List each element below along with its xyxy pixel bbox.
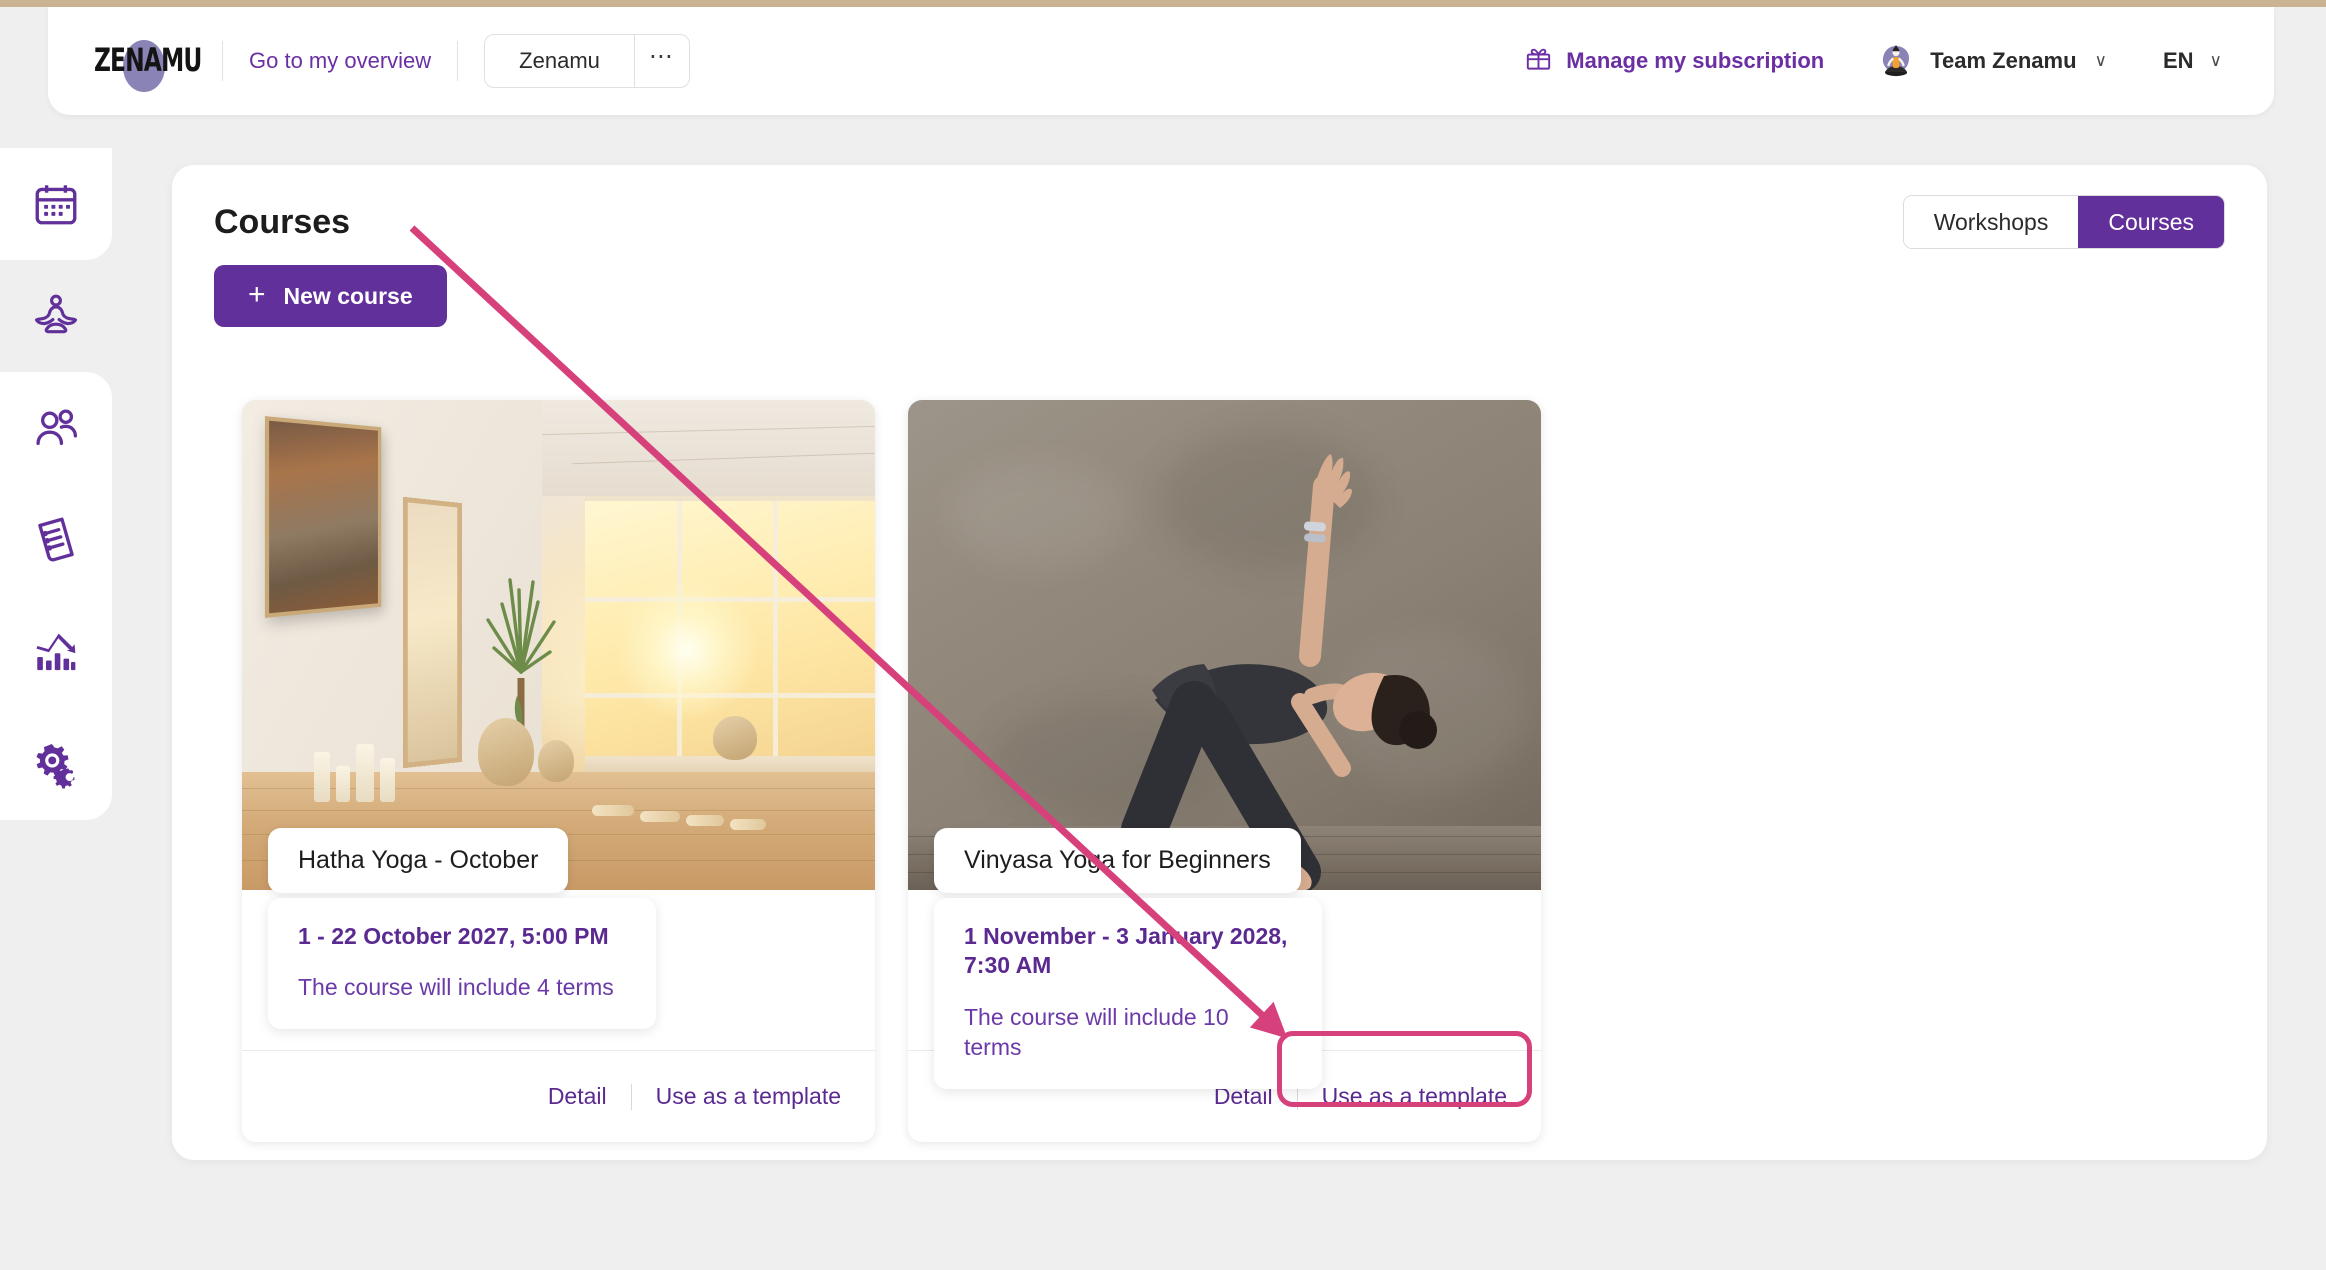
- course-terms: The course will include 4 terms: [298, 974, 614, 1001]
- course-info: 1 - 22 October 2027, 5:00 PM The course …: [268, 898, 656, 1030]
- header-right-group: Manage my subscription Team Zenamu ∨ EN …: [1525, 41, 2274, 81]
- top-accent-strip: [0, 0, 2326, 7]
- sidebar-item-statistics[interactable]: [0, 596, 112, 708]
- yoga-figure: [908, 400, 1541, 890]
- studio-more-options-icon[interactable]: ⋯: [635, 35, 689, 87]
- zenamu-logo[interactable]: ZENAMU: [88, 35, 202, 92]
- yoga-avatar-icon: [1876, 41, 1916, 81]
- course-card-footer: Detail Use as a template: [242, 1050, 875, 1142]
- course-info: 1 November - 3 January 2028, 7:30 AM The…: [934, 898, 1322, 1089]
- sidebar-nav: [0, 148, 112, 820]
- go-to-overview-link[interactable]: Go to my overview: [249, 48, 431, 74]
- app-header: ZENAMU Go to my overview Zenamu ⋯ Manage…: [48, 7, 2274, 115]
- studio-selector[interactable]: Zenamu ⋯: [484, 34, 690, 88]
- logo-text: ZENAMU: [93, 42, 202, 80]
- course-title: Hatha Yoga - October: [268, 828, 569, 893]
- gears-icon: [31, 739, 81, 789]
- people-icon: [31, 403, 81, 453]
- course-title: Vinyasa Yoga for Beginners: [934, 828, 1301, 893]
- studio-illustration: [242, 400, 875, 890]
- course-card-body: Vinyasa Yoga for Beginners 1 November - …: [908, 828, 1541, 1089]
- sidebar-item-calendar[interactable]: [0, 148, 112, 260]
- tab-courses[interactable]: Courses: [2078, 196, 2224, 248]
- sidebar-item-clients[interactable]: [0, 372, 112, 484]
- tab-workshops[interactable]: Workshops: [1903, 196, 2079, 248]
- course-image: [908, 400, 1541, 890]
- content-type-toggle: Workshops Courses: [1902, 195, 2225, 249]
- detail-link[interactable]: Detail: [548, 1083, 607, 1110]
- plus-icon: +: [248, 277, 266, 311]
- team-name-label: Team Zenamu: [1930, 48, 2077, 73]
- sidebar-item-courses[interactable]: [0, 260, 112, 372]
- gift-icon: [1525, 45, 1552, 78]
- annotation-highlight-box: [1277, 1031, 1532, 1107]
- course-dates: 1 November - 3 January 2028, 7:30 AM: [964, 923, 1288, 979]
- header-divider-2: [457, 41, 459, 81]
- new-course-button[interactable]: + New course: [214, 265, 447, 327]
- chevron-down-icon: ∨: [2209, 51, 2222, 70]
- footer-divider: [630, 1083, 632, 1110]
- new-course-label: New course: [283, 282, 413, 309]
- yoga-pose-photo: [908, 400, 1541, 890]
- language-label: EN: [2162, 48, 2194, 73]
- course-terms: The course will include 10 terms: [964, 1003, 1229, 1060]
- sidebar-item-invoices[interactable]: [0, 484, 112, 596]
- calendar-icon: [31, 179, 81, 229]
- manage-subscription-link[interactable]: Manage my subscription: [1525, 45, 1824, 78]
- bar-chart-icon: [31, 627, 81, 677]
- courses-panel: Courses + New course Workshops Courses H…: [172, 165, 2267, 1160]
- studio-name-button[interactable]: Zenamu: [485, 35, 634, 87]
- yoga-pose-icon: [31, 291, 81, 341]
- course-image: [242, 400, 875, 890]
- header-left-group: ZENAMU Go to my overview Zenamu ⋯: [48, 34, 690, 92]
- manage-subscription-label: Manage my subscription: [1566, 48, 1825, 73]
- document-list-icon: [31, 515, 81, 565]
- language-menu[interactable]: EN ∨: [2163, 48, 2222, 74]
- header-divider-1: [222, 41, 223, 81]
- course-dates: 1 - 22 October 2027, 5:00 PM: [298, 923, 609, 949]
- course-card-body: Hatha Yoga - October 1 - 22 October 2027…: [242, 828, 875, 1050]
- chevron-down-icon: ∨: [2094, 51, 2107, 70]
- course-card[interactable]: Hatha Yoga - October 1 - 22 October 2027…: [242, 400, 875, 1142]
- sidebar-item-settings[interactable]: [0, 708, 112, 820]
- use-as-template-link[interactable]: Use as a template: [656, 1083, 841, 1110]
- app-root: ZENAMU Go to my overview Zenamu ⋯ Manage…: [0, 0, 2326, 1270]
- page-title: Courses: [214, 203, 351, 241]
- team-menu[interactable]: Team Zenamu ∨: [1876, 41, 2107, 81]
